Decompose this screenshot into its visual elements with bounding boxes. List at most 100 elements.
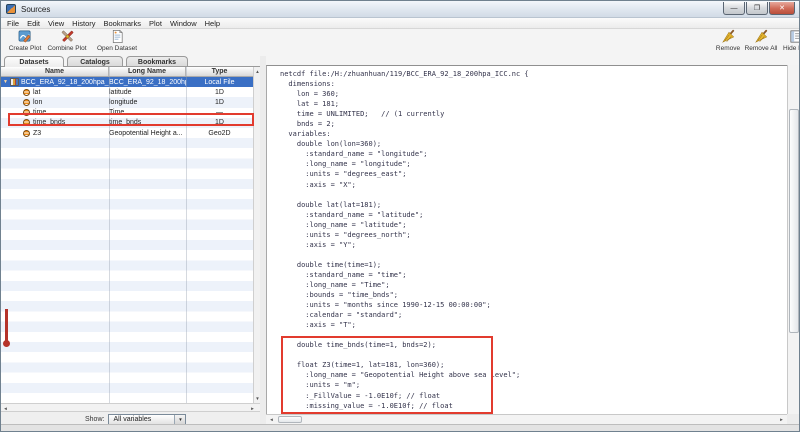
column-header-type[interactable]: Type [186,67,253,76]
variable-long-name: Geopotential Height a... [109,128,186,138]
code-line: :axis = "X"; [280,180,529,190]
ncdump-vertical-scrollbar[interactable] [787,65,799,414]
code-line: :missing_value = -1.0E10f; // float [280,401,529,411]
table-horizontal-scrollbar[interactable]: ◄ ► [1,403,260,412]
code-line: :long_name = "Time"; [280,280,529,290]
remove-all-button[interactable]: Remove All [744,29,778,56]
variable-type: 1D [186,97,253,107]
code-line: :calendar = "standard"; [280,310,529,320]
hide-info-button[interactable]: Hide Info [779,29,800,56]
minimize-button[interactable]: — [723,2,745,15]
code-line: :long_name = "Geopotential Height above … [280,370,529,380]
variable-long-name: Time [109,108,186,118]
code-line: double time(time=1); [280,260,529,270]
horizontal-scroll-thumb[interactable] [278,416,302,423]
variable-type: 1D [186,87,253,97]
variable-name: time_bnds [33,119,65,126]
menu-item[interactable]: File [3,18,23,29]
code-line: :bounds = "time_bnds"; [280,290,529,300]
code-line: :standard_name = "longitude"; [280,149,529,159]
dataset-row[interactable]: ▼ BCC_ERA_92_18_200hpa_ICC.nc BCC_ERA_92… [1,77,253,87]
code-line: double lon(lon=360); [280,139,529,149]
hide-info-icon [789,29,800,44]
toolbar: Create Plot Combine Plot Open Dataset [1,29,799,56]
code-line: :standard_name = "time"; [280,270,529,280]
scroll-left-icon[interactable]: ◄ [266,415,277,424]
remove-button[interactable]: Remove [713,29,743,56]
code-line: bnds = 2; [280,119,529,129]
variable-icon [23,130,30,137]
variable-icon [23,109,30,116]
code-line [280,250,529,260]
close-button[interactable]: ✕ [769,2,795,15]
code-line: :standard_name = "latitude"; [280,210,529,220]
remove-broom-icon [721,29,736,44]
annotation-red-line [5,309,8,343]
show-label: Show: [85,416,104,423]
create-plot-icon [18,29,33,44]
variable-row[interactable]: time Time — [1,108,253,118]
code-line: float Z3(time=1, lat=181, lon=360); [280,360,529,370]
menu-item[interactable]: Help [201,18,224,29]
combine-plot-button[interactable]: Combine Plot [45,29,89,56]
menu-item[interactable]: History [68,18,99,29]
tab-datasets[interactable]: Datasets [4,56,64,67]
remove-all-broom-icon [754,29,769,44]
window-bottom-edge [1,424,799,432]
code-line: :axis = "T"; [280,320,529,330]
dataset-long-name: BCC_ERA_92_18_200hpa_... [109,77,186,87]
variable-name: Z3 [33,130,41,137]
variable-icon [23,99,30,106]
scroll-right-icon[interactable]: ► [776,415,787,424]
expander-icon[interactable]: ▼ [3,80,8,85]
ncdump-panel[interactable]: netcdf file:/H:/zhuanhuan/119/BCC_ERA_92… [266,65,787,414]
code-line [280,190,529,200]
dataset-file-icon [10,78,19,86]
variable-type: — [186,108,253,118]
remove-all-label: Remove All [745,45,778,52]
code-line: lon = 360; [280,89,529,99]
variable-long-name: latitude [109,87,186,97]
table-header: Name Long Name Type [1,67,253,77]
code-line: double time_bnds(time=1, bnds=2); [280,340,529,350]
variable-long-name: time_bnds [109,118,186,128]
ncdump-horizontal-scrollbar[interactable]: ◄ ► [266,414,787,424]
open-dataset-button[interactable]: Open Dataset [93,29,141,56]
variable-long-name: longitude [109,97,186,107]
column-header-long-name[interactable]: Long Name [109,67,186,76]
code-line: dimensions: [280,79,529,89]
code-line: double lat(lat=181); [280,200,529,210]
variable-name: lon [33,99,42,106]
variable-row[interactable]: Z3 Geopotential Height a... Geo2D [1,128,253,138]
variable-row[interactable]: lat latitude 1D [1,87,253,97]
variable-name: time [33,109,46,116]
variable-type: Geo2D [186,128,253,138]
show-variables-combobox[interactable]: All variables ▼ [108,414,186,425]
menu-item[interactable]: Bookmarks [100,18,146,29]
show-variables-value: All variables [109,416,174,423]
scroll-right-icon[interactable]: ► [248,404,257,412]
table-vertical-scrollbar[interactable]: ▲ ▼ [253,67,260,403]
maximize-button[interactable]: ❐ [746,2,768,15]
variable-row[interactable]: lon longitude 1D [1,97,253,107]
scrollbar-corner [787,414,799,424]
vertical-scroll-thumb[interactable] [789,109,799,333]
dataset-type: Local File [186,77,253,87]
menu-item[interactable]: Edit [23,18,44,29]
annotation-red-dot [3,340,10,347]
menu-item[interactable]: View [44,18,68,29]
menu-item[interactable]: Window [166,18,201,29]
create-plot-button[interactable]: Create Plot [3,29,47,56]
table-empty-area [1,138,253,403]
combo-dropdown-icon[interactable]: ▼ [174,415,185,424]
variable-row[interactable]: time_bnds time_bnds 1D [1,118,253,128]
code-line: :units = "m"; [280,380,529,390]
title-bar[interactable]: Sources — ❐ ✕ [1,1,799,18]
menu-item[interactable]: Plot [145,18,166,29]
code-line: time = UNLIMITED; // (1 currently [280,109,529,119]
column-header-name[interactable]: Name [1,67,109,76]
variable-type: 1D [186,118,253,128]
app-icon [6,4,16,14]
scroll-left-icon[interactable]: ◄ [1,404,10,412]
hide-info-label: Hide Info [783,45,800,52]
